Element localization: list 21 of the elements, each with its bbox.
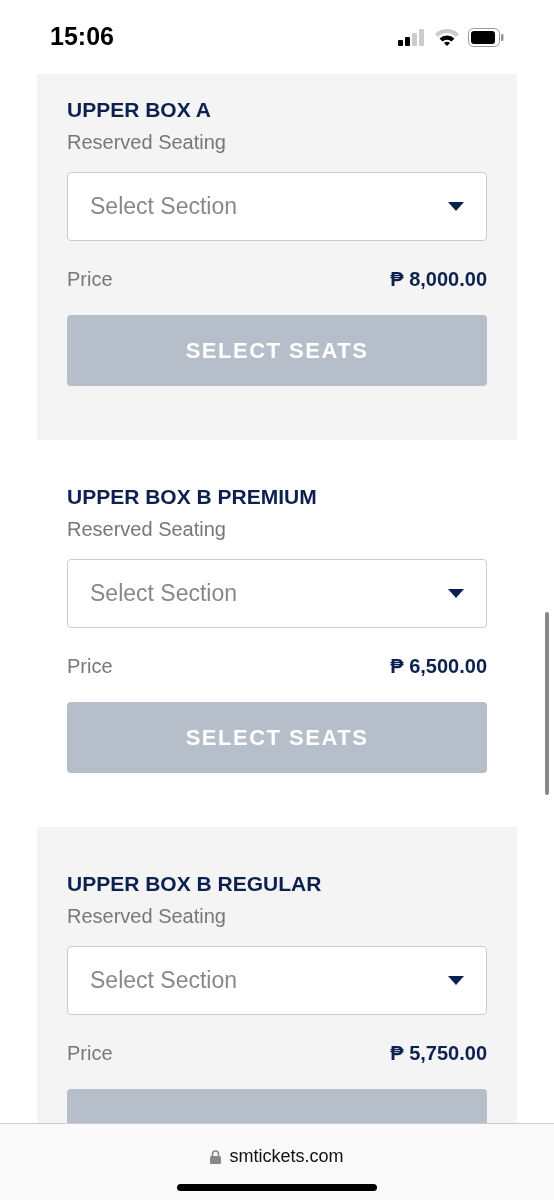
- price-label: Price: [67, 1041, 113, 1065]
- price-label: Price: [67, 654, 113, 678]
- battery-icon: [468, 27, 504, 47]
- status-time: 15:06: [50, 21, 114, 53]
- seating-type: Reserved Seating: [67, 517, 227, 541]
- price-label: Price: [67, 267, 113, 291]
- price-value: ₱ 8,000.00: [390, 267, 487, 291]
- caret-icon: [448, 976, 464, 985]
- signal-icon: [398, 28, 426, 46]
- seating-type: Reserved Seating: [67, 904, 227, 928]
- section-title: UPPER BOX B REGULAR: [67, 871, 323, 897]
- caret-icon: [448, 589, 464, 598]
- section-title: UPPER BOX B PREMIUM: [67, 484, 318, 510]
- price-value: ₱ 5,750.00: [390, 1041, 487, 1065]
- seating-type: Reserved Seating: [67, 130, 227, 154]
- price-value: ₱ 6,500.00: [390, 654, 487, 678]
- lock-icon: [210, 1149, 222, 1164]
- section-title: UPPER BOX A: [67, 97, 212, 123]
- caret-icon: [448, 202, 464, 211]
- wifi-icon: [434, 27, 460, 47]
- url-text[interactable]: smtickets.com: [229, 1143, 344, 1170]
